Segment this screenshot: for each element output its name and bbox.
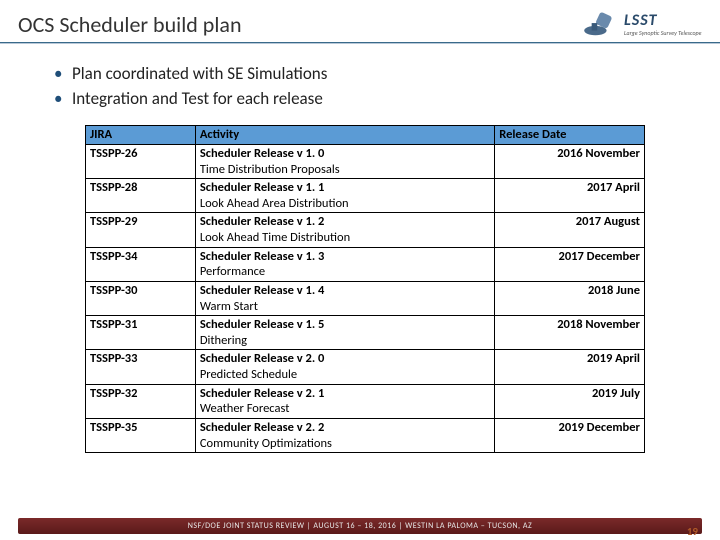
cell-activity: Scheduler Release v 1. 1Look Ahead Area … [195,179,494,213]
telescope-icon [582,10,620,38]
lsst-logo: LSST Large Synoptic Survey Telescope [582,10,702,38]
cell-jira: TSSPP-28 [86,179,196,213]
cell-date: 2017 August [495,213,645,247]
slide-content: Plan coordinated with SE Simulations Int… [0,44,720,453]
table-row: TSSPP-26Scheduler Release v 1. 0Time Dis… [86,144,645,178]
cell-date: 2018 June [495,281,645,315]
table-row: TSSPP-30Scheduler Release v 1. 4Warm Sta… [86,281,645,315]
page-number: 19 [687,525,698,538]
table-row: TSSPP-28Scheduler Release v 1. 1Look Ahe… [86,179,645,213]
cell-date: 2019 July [495,384,645,418]
slide-footer: NSF/DOE JOINT STATUS REVIEW | AUGUST 16 … [0,518,720,540]
cell-activity: Scheduler Release v 2. 2Community Optimi… [195,418,494,452]
cell-jira: TSSPP-31 [86,316,196,350]
slide-header: OCS Scheduler build plan LSST Large Syno… [0,0,720,42]
cell-date: 2018 November [495,316,645,350]
footer-bar: NSF/DOE JOINT STATUS REVIEW | AUGUST 16 … [18,518,702,534]
table-header-row: JIRA Activity Release Date [86,126,645,145]
cell-jira: TSSPP-32 [86,384,196,418]
cell-date: 2017 April [495,179,645,213]
release-table: JIRA Activity Release Date TSSPP-26Sched… [85,125,645,453]
bullet-item: Integration and Test for each release [54,87,690,112]
cell-date: 2017 December [495,247,645,281]
cell-jira: TSSPP-35 [86,418,196,452]
page-title: OCS Scheduler build plan [18,11,242,38]
table-row: TSSPP-32Scheduler Release v 2. 1Weather … [86,384,645,418]
cell-date: 2016 November [495,144,645,178]
cell-jira: TSSPP-29 [86,213,196,247]
bullet-item: Plan coordinated with SE Simulations [54,62,690,87]
cell-jira: TSSPP-34 [86,247,196,281]
cell-activity: Scheduler Release v 2. 1Weather Forecast [195,384,494,418]
table-row: TSSPP-29Scheduler Release v 1. 2Look Ahe… [86,213,645,247]
table-row: TSSPP-34Scheduler Release v 1. 3Performa… [86,247,645,281]
cell-activity: Scheduler Release v 1. 0Time Distributio… [195,144,494,178]
cell-activity: Scheduler Release v 1. 2Look Ahead Time … [195,213,494,247]
col-activity: Activity [195,126,494,145]
cell-jira: TSSPP-33 [86,350,196,384]
cell-activity: Scheduler Release v 1. 5Dithering [195,316,494,350]
logo-text-big: LSST [624,11,702,30]
cell-activity: Scheduler Release v 2. 0Predicted Schedu… [195,350,494,384]
bullet-list: Plan coordinated with SE Simulations Int… [54,62,690,111]
footer-text: NSF/DOE JOINT STATUS REVIEW | AUGUST 16 … [188,521,532,531]
cell-activity: Scheduler Release v 1. 3Performance [195,247,494,281]
table-row: TSSPP-35Scheduler Release v 2. 2Communit… [86,418,645,452]
table-row: TSSPP-33Scheduler Release v 2. 0Predicte… [86,350,645,384]
logo-text-sub: Large Synoptic Survey Telescope [624,30,702,37]
table-row: TSSPP-31Scheduler Release v 1. 5Ditherin… [86,316,645,350]
cell-jira: TSSPP-30 [86,281,196,315]
cell-jira: TSSPP-26 [86,144,196,178]
cell-activity: Scheduler Release v 1. 4Warm Start [195,281,494,315]
col-jira: JIRA [86,126,196,145]
cell-date: 2019 April [495,350,645,384]
col-date: Release Date [495,126,645,145]
cell-date: 2019 December [495,418,645,452]
